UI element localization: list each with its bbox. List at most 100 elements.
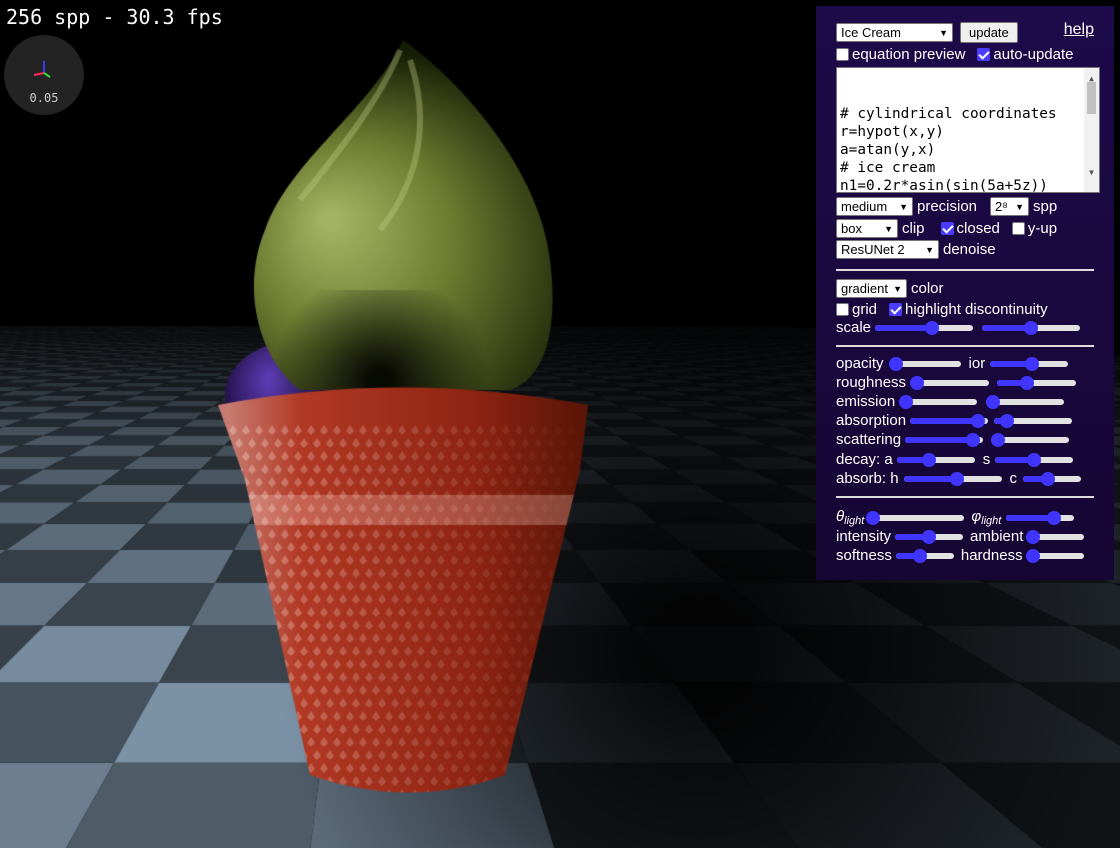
decay-a-slider[interactable] bbox=[896, 452, 975, 468]
highlight-discontinuity-label: highlight discontinuity bbox=[905, 301, 1048, 318]
equation-line: # cylindrical coordinates bbox=[840, 106, 1057, 122]
precision-label: precision bbox=[917, 198, 978, 215]
equation-line: r=hypot(x,y) bbox=[840, 124, 944, 140]
scale-slider-2[interactable] bbox=[982, 320, 1081, 336]
opacity-slider[interactable] bbox=[888, 356, 961, 372]
roughness-slider[interactable] bbox=[910, 375, 990, 391]
closed-checkbox[interactable] bbox=[940, 222, 954, 235]
phi-subscript: light bbox=[981, 515, 1002, 527]
slider-thumb[interactable] bbox=[970, 413, 985, 428]
phi-symbol: φ bbox=[971, 508, 982, 525]
scroll-thumb[interactable] bbox=[1087, 82, 1096, 114]
absorb-c-label: c bbox=[1009, 470, 1018, 487]
absorption-slider[interactable] bbox=[910, 413, 989, 429]
slider-thumb[interactable] bbox=[1019, 375, 1034, 390]
intensity-label: intensity bbox=[836, 528, 892, 545]
y-up-label: y-up bbox=[1027, 220, 1058, 237]
opacity-label: opacity bbox=[836, 355, 884, 372]
equation-line: a=atan(y,x) bbox=[840, 142, 936, 158]
denoise-select[interactable]: ResUNet 2 ▼ bbox=[836, 240, 939, 259]
equation-preview-checkbox[interactable] bbox=[836, 48, 849, 61]
slider-thumb[interactable] bbox=[925, 320, 940, 335]
equation-scrollbar[interactable]: ▲ ▼ bbox=[1084, 68, 1099, 192]
scattering-slider-2[interactable] bbox=[991, 432, 1070, 448]
ambient-slider[interactable] bbox=[1026, 529, 1085, 545]
auto-update-checkbox[interactable] bbox=[977, 48, 991, 61]
chevron-down-icon: ▼ bbox=[925, 244, 934, 255]
slider-thumb[interactable] bbox=[922, 529, 937, 544]
spp-select[interactable]: 2⁸ ▼ bbox=[990, 197, 1030, 216]
slider-thumb[interactable] bbox=[922, 452, 937, 467]
y-up-checkbox[interactable] bbox=[1011, 222, 1025, 235]
equation-line: n1=0.2r*asin(sin(5a+5z)) bbox=[840, 178, 1048, 193]
precision-select-value: medium bbox=[841, 199, 888, 214]
roughness-label: roughness bbox=[836, 374, 907, 391]
slider-thumb[interactable] bbox=[1025, 548, 1040, 563]
slider-thumb[interactable] bbox=[866, 510, 881, 525]
help-link[interactable]: help bbox=[1064, 21, 1094, 39]
highlight-discontinuity-checkbox[interactable] bbox=[889, 303, 903, 316]
update-button[interactable]: update bbox=[960, 22, 1018, 43]
softness-label: softness bbox=[836, 547, 892, 564]
equation-editor[interactable]: # cylindrical coordinates r=hypot(x,y) a=a… bbox=[836, 67, 1100, 193]
slider-fill bbox=[875, 324, 933, 331]
absorb-h-slider[interactable] bbox=[903, 471, 1002, 487]
slider-thumb[interactable] bbox=[1025, 356, 1040, 371]
color-label: color bbox=[911, 280, 944, 297]
axes-gizmo[interactable]: 0.05 bbox=[4, 35, 84, 115]
absorption-slider-2[interactable] bbox=[994, 413, 1073, 429]
slider-thumb[interactable] bbox=[913, 548, 928, 563]
slider-thumb[interactable] bbox=[1026, 529, 1041, 544]
slider-track[interactable] bbox=[866, 514, 965, 521]
spp-select-value: 2⁸ bbox=[995, 199, 1008, 214]
scattering-label: scattering bbox=[836, 431, 902, 448]
intensity-slider[interactable] bbox=[895, 529, 964, 545]
slider-thumb[interactable] bbox=[1046, 510, 1061, 525]
phi-light-label: φlight bbox=[971, 508, 1001, 527]
absorb-c-slider[interactable] bbox=[1023, 471, 1082, 487]
slider-thumb[interactable] bbox=[1027, 452, 1042, 467]
theta-subscript: light bbox=[844, 515, 865, 527]
slider-thumb[interactable] bbox=[991, 432, 1006, 447]
color-select[interactable]: gradient ▼ bbox=[836, 279, 907, 298]
slider-thumb[interactable] bbox=[949, 471, 964, 486]
slider-thumb[interactable] bbox=[888, 356, 903, 371]
precision-select[interactable]: medium ▼ bbox=[836, 197, 913, 216]
color-select-value: gradient bbox=[841, 281, 888, 296]
slider-thumb[interactable] bbox=[910, 375, 925, 390]
slider-thumb[interactable] bbox=[1000, 413, 1015, 428]
slider-thumb[interactable] bbox=[1040, 471, 1055, 486]
hardness-slider[interactable] bbox=[1025, 548, 1084, 564]
clip-select[interactable]: box ▼ bbox=[836, 219, 898, 238]
ior-label: ior bbox=[968, 355, 986, 372]
ior-slider[interactable] bbox=[990, 356, 1069, 372]
preset-select[interactable]: Ice Cream ▼ bbox=[836, 23, 953, 42]
chevron-down-icon: ▼ bbox=[893, 283, 902, 294]
emission-slider[interactable] bbox=[899, 394, 978, 410]
phi-light-slider[interactable] bbox=[1006, 510, 1075, 526]
theta-light-label: θlight bbox=[836, 508, 864, 527]
scattering-slider[interactable] bbox=[905, 432, 984, 448]
slider-thumb[interactable] bbox=[899, 394, 914, 409]
emission-slider-2[interactable] bbox=[986, 394, 1065, 410]
equation-line: # ice cream bbox=[840, 160, 936, 176]
fps-counter: 256 spp - 30.3 fps bbox=[6, 5, 223, 29]
scroll-down-icon[interactable]: ▼ bbox=[1087, 164, 1096, 182]
slider-thumb[interactable] bbox=[1024, 320, 1039, 335]
softness-slider[interactable] bbox=[895, 548, 954, 564]
slider-fill bbox=[905, 436, 973, 443]
equation-preview-label: equation preview bbox=[852, 46, 966, 63]
preset-select-value: Ice Cream bbox=[841, 25, 901, 40]
slider-thumb[interactable] bbox=[965, 432, 980, 447]
divider bbox=[836, 345, 1094, 347]
roughness-slider-2[interactable] bbox=[997, 375, 1077, 391]
decay-s-label: s bbox=[982, 451, 991, 468]
absorption-label: absorption bbox=[836, 412, 907, 429]
grid-checkbox[interactable] bbox=[836, 303, 849, 316]
scale-slider-1[interactable] bbox=[875, 320, 974, 336]
theta-light-slider[interactable] bbox=[866, 510, 965, 526]
slider-thumb[interactable] bbox=[986, 394, 1001, 409]
decay-a-label: decay: a bbox=[836, 451, 893, 468]
chevron-down-icon: ▼ bbox=[1015, 201, 1025, 212]
decay-s-slider[interactable] bbox=[995, 452, 1074, 468]
